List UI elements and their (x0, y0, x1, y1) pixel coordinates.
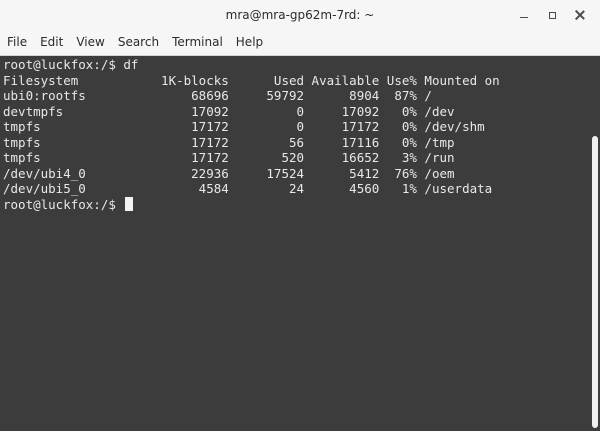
terminal-output-area[interactable]: root@luckfox:/$ df Filesystem 1K-blocks U… (0, 56, 590, 431)
title-bar[interactable]: mra@mra-gp62m-7rd: ~ (0, 0, 600, 30)
terminal-line: tmpfs 17172 520 16652 3% /run (3, 150, 455, 165)
menu-view[interactable]: View (69, 30, 110, 55)
minimize-button[interactable] (510, 4, 538, 26)
terminal-line: /dev/ubi5_0 4584 24 4560 1% /userdata (3, 181, 493, 196)
window-title: mra@mra-gp62m-7rd: ~ (225, 8, 375, 22)
menu-terminal[interactable]: Terminal (165, 30, 229, 55)
maximize-button[interactable] (538, 4, 566, 26)
close-button[interactable] (566, 4, 594, 26)
terminal-line: Filesystem 1K-blocks Used Available Use%… (3, 72, 500, 88)
terminal-line: ubi0:rootfs 68696 59792 8904 87% / (3, 88, 432, 103)
terminal-window: mra@mra-gp62m-7rd: ~ File Edit View Sear… (0, 0, 600, 431)
maximize-icon (548, 11, 556, 19)
terminal-line: devtmpfs 17092 0 17092 0% /dev (3, 103, 455, 119)
terminal-line: /dev/ubi4_0 22936 17524 5412 76% /oem (3, 165, 455, 181)
terminal-line: tmpfs 17172 0 17172 0% /dev/shm (3, 119, 485, 134)
terminal-line: root@luckfox:/$ df (3, 57, 139, 72)
window-controls (510, 0, 594, 30)
prompt-line: root@luckfox:/$ (3, 196, 590, 213)
menu-file[interactable]: File (0, 30, 33, 55)
terminal-text: root@luckfox:/$ df Filesystem 1K-blocks U… (0, 56, 590, 212)
close-icon (575, 10, 585, 20)
menu-help[interactable]: Help (229, 30, 269, 55)
scrollbar-thumb[interactable] (592, 136, 598, 428)
text-cursor (125, 196, 134, 211)
menu-edit[interactable]: Edit (33, 30, 69, 55)
menu-search[interactable]: Search (111, 30, 165, 55)
menu-bar: File Edit View Search Terminal Help (0, 30, 600, 56)
prompt-text: root@luckfox:/$ (3, 196, 124, 212)
terminal-line: tmpfs 17172 56 17116 0% /tmp (3, 134, 455, 150)
vertical-scrollbar[interactable] (590, 56, 600, 431)
minimize-icon (520, 16, 528, 18)
